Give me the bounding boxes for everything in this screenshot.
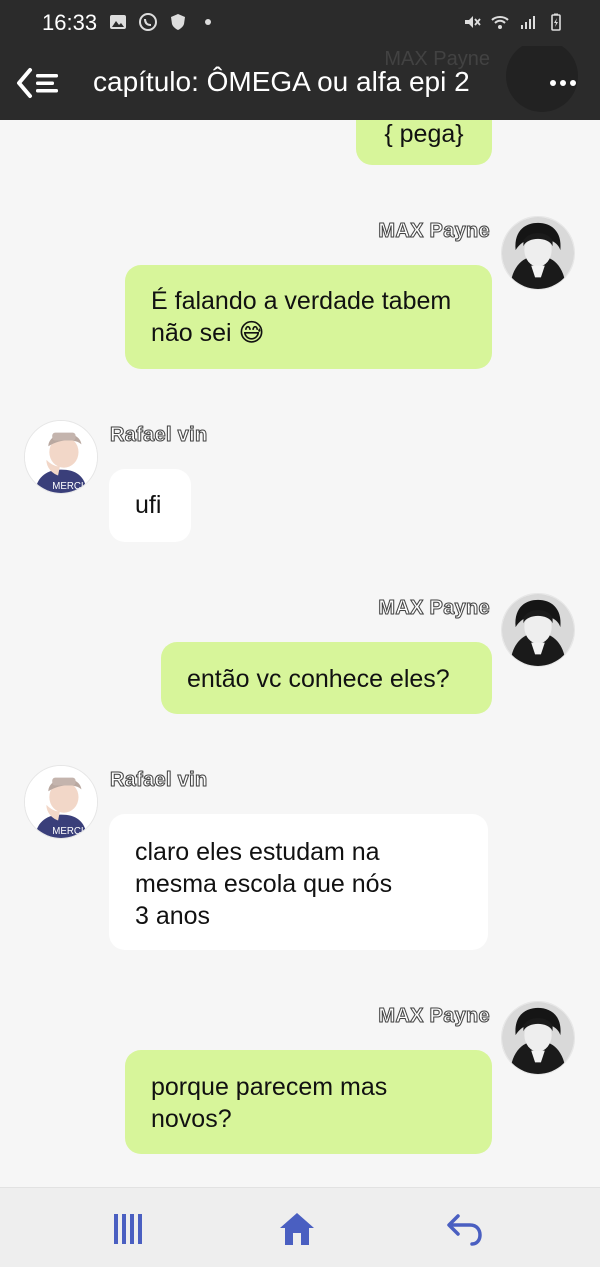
message-text: não sei 😅	[151, 319, 265, 347]
shield-icon	[171, 14, 185, 30]
message-text: 3 anos	[135, 902, 211, 930]
message-bubble[interactable]: ufi	[109, 469, 191, 542]
message-text: claro eles estudam na	[135, 838, 380, 866]
rafael-vin-avatar-icon: MERCI	[25, 766, 97, 838]
whatsapp-icon	[139, 13, 157, 31]
message-text: então vc conhece eles?	[187, 665, 450, 693]
back-arrow-icon[interactable]	[444, 1210, 484, 1248]
sender-name: MAX Payne	[378, 1005, 490, 1028]
message-text: É falando a verdade tabem	[151, 287, 452, 315]
wifi-icon	[491, 16, 509, 29]
avatar[interactable]	[501, 216, 575, 290]
max-payne-avatar-icon	[502, 217, 574, 289]
sender-name: MAX Payne	[378, 220, 490, 243]
mute-icon	[465, 16, 481, 28]
system-icons	[462, 12, 566, 32]
message-text: { pega}	[384, 120, 464, 148]
sender-name: MAX Payne	[378, 597, 490, 620]
page-title: capítulo: ÔMEGA ou alfa epi 2	[93, 66, 470, 97]
svg-text:MERCI: MERCI	[52, 481, 83, 492]
message-bubble[interactable]: então vc conhece eles?	[161, 642, 492, 714]
message-bubble[interactable]: claro eles estudam na mesma escola que n…	[109, 814, 488, 950]
svg-text:MERCI: MERCI	[52, 826, 83, 837]
message-bubble[interactable]: porque parecem mas novos?	[125, 1050, 492, 1154]
avatar[interactable]	[501, 1001, 575, 1075]
recent-apps-icon[interactable]	[110, 1210, 150, 1248]
sender-name: Rafael vin	[109, 424, 208, 447]
app-root: { pega} MAX Payne É falando a verdade ta…	[0, 0, 600, 1267]
rafael-vin-avatar-icon: MERCI	[25, 421, 97, 493]
home-icon[interactable]	[277, 1210, 317, 1248]
signal-icon	[521, 16, 535, 29]
battery-icon	[551, 13, 561, 31]
message-bubble[interactable]: É falando a verdade tabem não sei 😅	[125, 265, 492, 369]
avatar[interactable]: MERCI	[24, 765, 98, 839]
more-options-icon[interactable]	[548, 68, 578, 98]
dot-icon	[205, 19, 211, 25]
status-time: 16:33	[42, 10, 98, 35]
chat-header: MAX Payne capítulo: ÔMEGA ou alfa epi 2	[0, 46, 600, 120]
avatar[interactable]: MERCI	[24, 420, 98, 494]
notification-icons	[108, 12, 218, 32]
avatar[interactable]	[501, 593, 575, 667]
message-text: ufi	[135, 491, 162, 519]
gallery-icon	[110, 15, 126, 29]
message-text: novos?	[151, 1105, 232, 1133]
message-text: mesma escola que nós	[135, 870, 393, 898]
status-bar: 16:33	[0, 0, 600, 46]
max-payne-avatar-icon	[502, 594, 574, 666]
back-menu-icon[interactable]	[16, 66, 62, 100]
system-navigation-bar	[0, 1187, 600, 1267]
message-text: porque parecem mas	[151, 1073, 388, 1101]
chat-messages: { pega} MAX Payne É falando a verdade ta…	[0, 0, 600, 1267]
max-payne-avatar-icon	[502, 1002, 574, 1074]
sender-name: Rafael vin	[109, 769, 208, 792]
